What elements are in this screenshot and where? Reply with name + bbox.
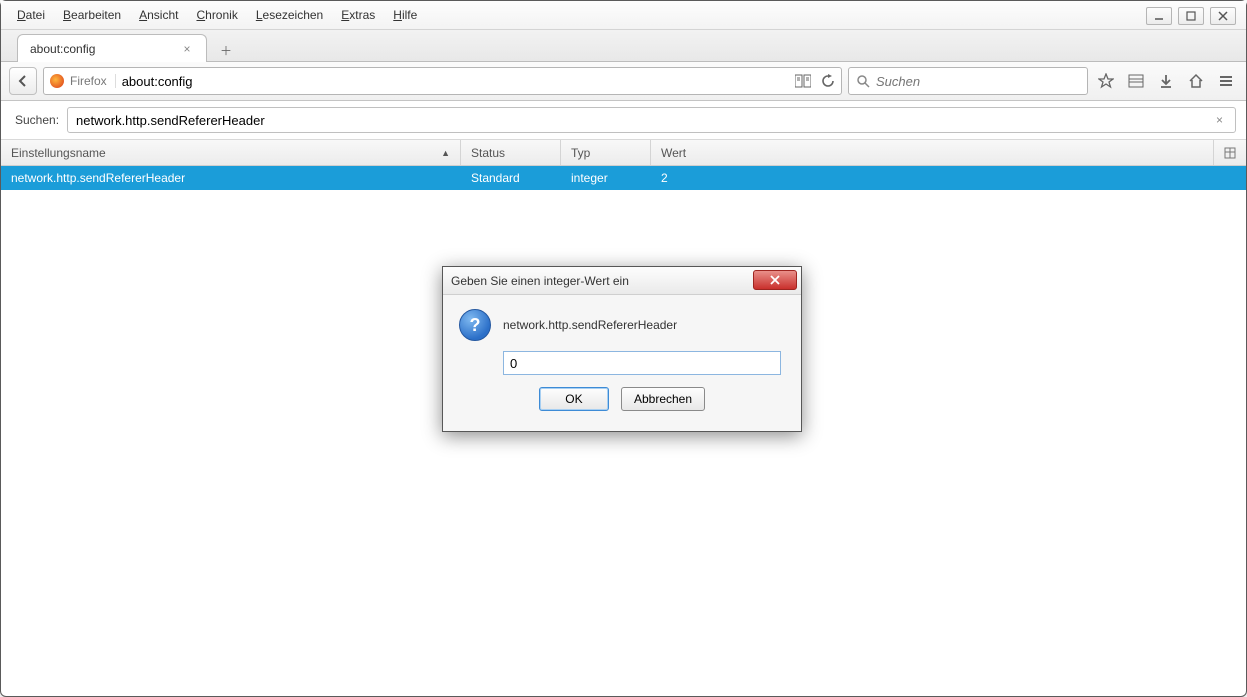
home-icon[interactable] — [1184, 69, 1208, 93]
cell-type: integer — [561, 171, 651, 185]
minimize-button[interactable] — [1146, 7, 1172, 25]
cell-name: network.http.sendRefererHeader — [1, 171, 461, 185]
tab-title: about:config — [30, 42, 95, 56]
filter-bar: Suchen: × — [1, 101, 1246, 140]
column-header-value[interactable]: Wert — [651, 140, 1214, 165]
firefox-icon — [50, 74, 64, 88]
tab-strip: about:config × ＋ — [1, 30, 1246, 62]
dialog-close-button[interactable] — [753, 270, 797, 290]
table-header: Einstellungsname ▲ Status Typ Wert — [1, 140, 1246, 166]
cell-value: 2 — [651, 171, 1246, 185]
identity-label: Firefox — [70, 74, 116, 88]
search-bar[interactable] — [848, 67, 1088, 95]
menu-icon[interactable] — [1214, 69, 1238, 93]
column-header-name[interactable]: Einstellungsname ▲ — [1, 140, 461, 165]
table-row[interactable]: network.http.sendRefererHeader Standard … — [1, 166, 1246, 190]
filter-input[interactable] — [76, 113, 1212, 128]
browser-window: Datei Bearbeiten Ansicht Chronik Lesezei… — [0, 0, 1247, 697]
new-tab-button[interactable]: ＋ — [213, 39, 239, 61]
column-header-type[interactable]: Typ — [561, 140, 651, 165]
sidebar-icon[interactable] — [1124, 69, 1148, 93]
reload-icon[interactable] — [821, 74, 835, 88]
tab-close-button[interactable]: × — [180, 42, 194, 56]
filter-label: Suchen: — [11, 113, 59, 127]
column-header-status[interactable]: Status — [461, 140, 561, 165]
menu-datei[interactable]: Datei — [9, 5, 53, 25]
window-controls — [1146, 7, 1236, 25]
filter-input-wrapper: × — [67, 107, 1236, 133]
maximize-button[interactable] — [1178, 7, 1204, 25]
reader-mode-icon[interactable] — [795, 74, 811, 88]
menu-lesezeichen[interactable]: Lesezeichen — [248, 5, 331, 25]
column-picker-button[interactable] — [1214, 140, 1246, 165]
menu-extras[interactable]: Extras — [333, 5, 383, 25]
close-icon — [769, 275, 781, 285]
search-icon — [857, 75, 870, 88]
sort-asc-icon: ▲ — [441, 148, 450, 158]
dialog-titlebar[interactable]: Geben Sie einen integer-Wert ein — [443, 267, 801, 295]
back-button[interactable] — [9, 67, 37, 95]
menu-hilfe[interactable]: Hilfe — [385, 5, 425, 25]
cell-status: Standard — [461, 171, 561, 185]
tab-about-config[interactable]: about:config × — [17, 34, 207, 62]
search-input[interactable] — [876, 74, 1079, 89]
downloads-icon[interactable] — [1154, 69, 1178, 93]
dialog-value-input[interactable] — [503, 351, 781, 375]
integer-prompt-dialog: Geben Sie einen integer-Wert ein ? netwo… — [442, 266, 802, 432]
menu-chronik[interactable]: Chronik — [188, 5, 245, 25]
dialog-body: ? network.http.sendRefererHeader OK Abbr… — [443, 295, 801, 431]
url-input[interactable] — [122, 74, 789, 89]
dialog-title-text: Geben Sie einen integer-Wert ein — [451, 274, 629, 288]
clear-filter-button[interactable]: × — [1212, 113, 1227, 127]
url-bar[interactable]: Firefox — [43, 67, 842, 95]
menu-bearbeiten[interactable]: Bearbeiten — [55, 5, 129, 25]
ok-button[interactable]: OK — [539, 387, 609, 411]
bookmark-star-icon[interactable] — [1094, 69, 1118, 93]
window-close-button[interactable] — [1210, 7, 1236, 25]
dialog-pref-name: network.http.sendRefererHeader — [503, 318, 677, 332]
nav-toolbar: Firefox — [1, 62, 1246, 101]
menu-bar: Datei Bearbeiten Ansicht Chronik Lesezei… — [1, 1, 1246, 30]
cancel-button[interactable]: Abbrechen — [621, 387, 705, 411]
menu-ansicht[interactable]: Ansicht — [131, 5, 186, 25]
question-icon: ? — [459, 309, 491, 341]
arrow-left-icon — [16, 74, 30, 88]
